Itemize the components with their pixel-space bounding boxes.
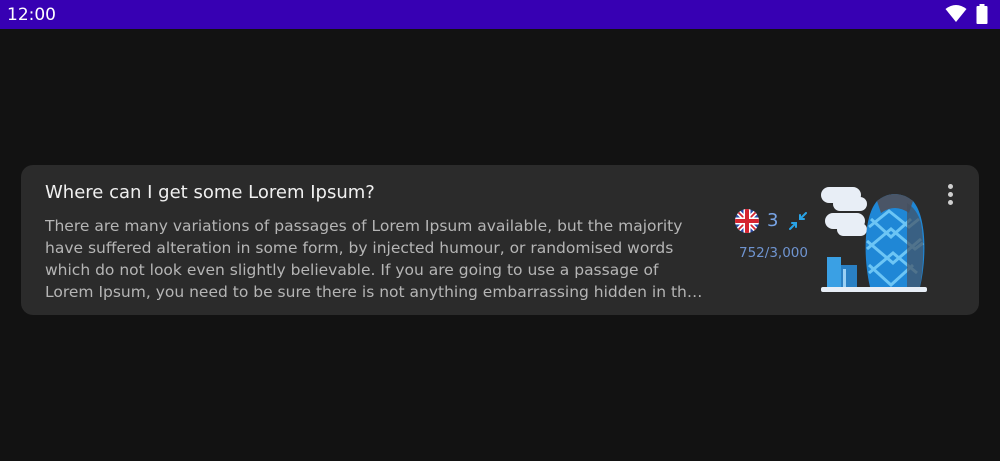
status-bar: 12:00: [0, 0, 1000, 29]
status-icons: [945, 4, 988, 24]
more-options-button[interactable]: [939, 182, 961, 206]
progress-text: 752/3,000: [739, 245, 808, 261]
compress-arrows-icon: [789, 212, 807, 230]
card-title: Where can I get some Lorem Ipsum?: [45, 182, 375, 203]
status-time: 12:00: [7, 5, 56, 25]
repeat-count: 3: [767, 210, 779, 231]
wifi-icon: [945, 5, 967, 22]
lesson-card[interactable]: Where can I get some Lorem Ipsum? There …: [21, 165, 979, 315]
more-vertical-icon: [948, 184, 953, 189]
uk-flag-icon: [735, 209, 759, 233]
card-description: There are many variations of passages of…: [45, 217, 697, 301]
london-gherkin-building-illustration: [821, 187, 927, 292]
battery-icon: [976, 4, 988, 24]
